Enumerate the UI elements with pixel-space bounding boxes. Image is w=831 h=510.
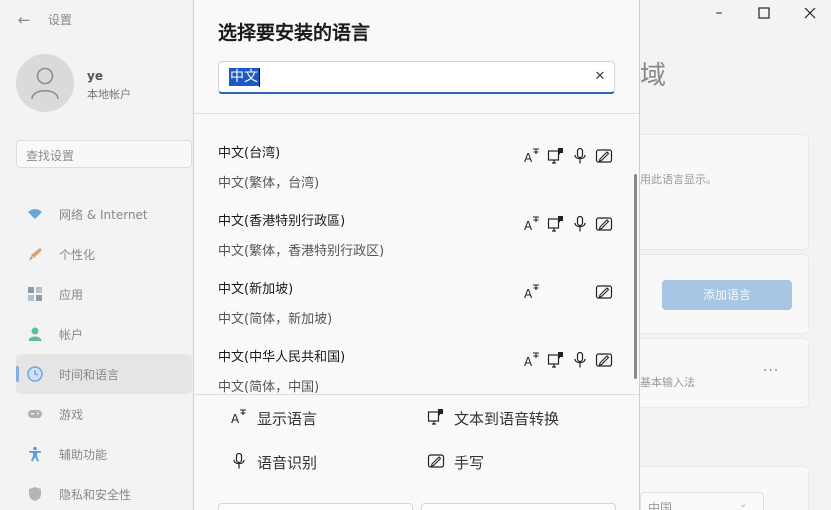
search-query-text: 中文 bbox=[229, 68, 259, 86]
handwriting-icon bbox=[595, 149, 613, 163]
language-item[interactable]: 中文(香港特别行政區) 中文(繁体，香港特别行政区) A bbox=[194, 192, 639, 260]
account-type: 本地帐户 bbox=[87, 88, 131, 101]
language-name: 中文(中华人民共和国) bbox=[218, 350, 346, 365]
maximize-icon bbox=[758, 7, 770, 19]
back-arrow-icon[interactable]: ← bbox=[14, 10, 34, 30]
nav-label: 帐户 bbox=[59, 328, 84, 342]
language-name: 中文(台湾) bbox=[218, 146, 281, 161]
list-scrollbar[interactable] bbox=[634, 174, 637, 379]
svg-text:A: A bbox=[231, 412, 240, 426]
close-icon bbox=[804, 7, 816, 19]
user-name: ye bbox=[87, 69, 103, 83]
display-language-icon: A bbox=[524, 352, 539, 369]
account-icon bbox=[28, 327, 42, 341]
handwriting-icon bbox=[595, 353, 613, 367]
nav-item-network[interactable]: 网络 & Internet bbox=[16, 194, 192, 234]
microphone-icon bbox=[574, 147, 586, 164]
accessibility-icon bbox=[29, 446, 41, 462]
legend-label: 文本到语音转换 bbox=[454, 410, 560, 428]
wifi-icon bbox=[28, 209, 42, 219]
microphone-icon bbox=[574, 215, 586, 232]
nav-label: 游戏 bbox=[59, 408, 84, 422]
nav-item-apps[interactable]: 应用 bbox=[16, 274, 192, 314]
nav-item-accessibility[interactable]: 辅助功能 bbox=[16, 434, 192, 474]
clear-search-button[interactable]: ✕ bbox=[592, 68, 608, 86]
minimize-button[interactable]: – bbox=[706, 4, 732, 22]
text-to-speech-icon bbox=[547, 352, 563, 368]
text-to-speech-icon bbox=[547, 148, 563, 164]
legend-label: 手写 bbox=[454, 454, 485, 472]
region-value: 中国 bbox=[648, 501, 673, 510]
language-description: 中文(繁体，台湾) bbox=[218, 176, 320, 191]
feature-legend: A 显示语言 文本到语音转换 语音识别 手写 bbox=[194, 398, 639, 510]
handwriting-icon bbox=[595, 217, 613, 231]
language-search-input[interactable]: 中文 ✕ bbox=[218, 61, 615, 94]
display-language-desc: 用此语言显示。 bbox=[640, 173, 717, 186]
language-description: 中文(简体，中国) bbox=[218, 380, 320, 395]
nav-label: 辅助功能 bbox=[59, 448, 108, 462]
language-name: 中文(香港特别行政區) bbox=[218, 214, 346, 229]
nav-label: 应用 bbox=[59, 288, 84, 302]
language-entry-card[interactable]: 基本输入法 bbox=[636, 338, 809, 408]
avatar[interactable] bbox=[16, 54, 74, 112]
settings-search-input[interactable]: 查找设置 bbox=[16, 140, 192, 168]
text-caret bbox=[259, 68, 260, 87]
language-item[interactable]: 中文(台湾) 中文(繁体，台湾) A bbox=[194, 124, 639, 192]
display-language-icon: A bbox=[524, 148, 539, 165]
svg-text:A: A bbox=[524, 151, 533, 165]
language-item[interactable]: 中文(新加坡) 中文(简体，新加坡) A bbox=[194, 260, 639, 328]
svg-text:A: A bbox=[524, 287, 533, 301]
add-language-button[interactable]: 添加语言 bbox=[662, 280, 792, 310]
display-language-icon: A bbox=[524, 216, 539, 233]
nav-item-privacy[interactable]: 隐私和安全性 bbox=[16, 474, 192, 510]
dialog-title: 选择要安装的语言 bbox=[218, 22, 371, 44]
close-window-button[interactable] bbox=[797, 4, 823, 22]
nav-label: 个性化 bbox=[59, 248, 96, 262]
choose-language-dialog: 选择要安装的语言 中文 ✕ 中文(台湾) 中文(繁体，台湾) A 中文(香港特别… bbox=[193, 0, 640, 510]
nav-item-accounts[interactable]: 帐户 bbox=[16, 314, 192, 354]
brush-icon bbox=[29, 248, 42, 261]
cancel-button[interactable] bbox=[421, 503, 616, 510]
shield-icon bbox=[29, 487, 41, 501]
microphone-icon bbox=[574, 351, 586, 368]
app-title: 设置 bbox=[48, 13, 73, 27]
handwriting-icon bbox=[595, 285, 613, 299]
nav-item-time-language[interactable]: 时间和语言 bbox=[16, 354, 192, 394]
next-button[interactable] bbox=[218, 503, 413, 510]
display-language-icon: A bbox=[524, 284, 539, 301]
region-dropdown[interactable]: 中国 ⌄ bbox=[640, 492, 764, 510]
apps-icon bbox=[28, 287, 42, 301]
nav-item-gaming[interactable]: 游戏 bbox=[16, 394, 192, 434]
chevron-down-icon: ⌄ bbox=[739, 499, 748, 510]
text-to-speech-icon bbox=[547, 216, 563, 232]
maximize-button[interactable] bbox=[751, 4, 777, 22]
nav-label: 网络 & Internet bbox=[59, 208, 148, 222]
language-item[interactable]: 中文(中华人民共和国) 中文(简体，中国) A bbox=[194, 328, 639, 395]
nav-list: 网络 & Internet 个性化 应用 帐户 时间和语言 游戏 辅助功能 隐私… bbox=[16, 194, 192, 510]
user-silhouette-icon bbox=[31, 67, 59, 100]
language-list: 中文(台湾) 中文(繁体，台湾) A 中文(香港特别行政區) 中文(繁体，香港特… bbox=[194, 113, 639, 395]
legend-label: 显示语言 bbox=[257, 410, 318, 428]
legend-label: 语音识别 bbox=[257, 454, 318, 472]
input-method-desc: 基本输入法 bbox=[640, 376, 695, 389]
language-description: 中文(繁体，香港特别行政区) bbox=[218, 244, 385, 259]
svg-text:A: A bbox=[524, 355, 533, 369]
page-heading: 域 bbox=[640, 61, 667, 91]
svg-text:A: A bbox=[524, 219, 533, 233]
text-to-speech-icon bbox=[427, 409, 443, 425]
microphone-icon bbox=[233, 452, 245, 469]
nav-label: 时间和语言 bbox=[59, 368, 120, 382]
settings-search-placeholder: 查找设置 bbox=[26, 149, 75, 163]
selection-indicator bbox=[16, 366, 19, 382]
nav-label: 隐私和安全性 bbox=[59, 488, 132, 502]
more-options-icon[interactable]: ··· bbox=[763, 363, 779, 379]
display-language-card: 用此语言显示。 bbox=[636, 134, 809, 250]
gamepad-icon bbox=[28, 410, 42, 418]
time-language-icon bbox=[27, 366, 43, 382]
display-language-icon: A bbox=[231, 409, 246, 426]
language-description: 中文(简体，新加坡) bbox=[218, 312, 333, 327]
language-name: 中文(新加坡) bbox=[218, 282, 294, 297]
nav-item-personalization[interactable]: 个性化 bbox=[16, 234, 192, 274]
handwriting-icon bbox=[427, 454, 445, 468]
